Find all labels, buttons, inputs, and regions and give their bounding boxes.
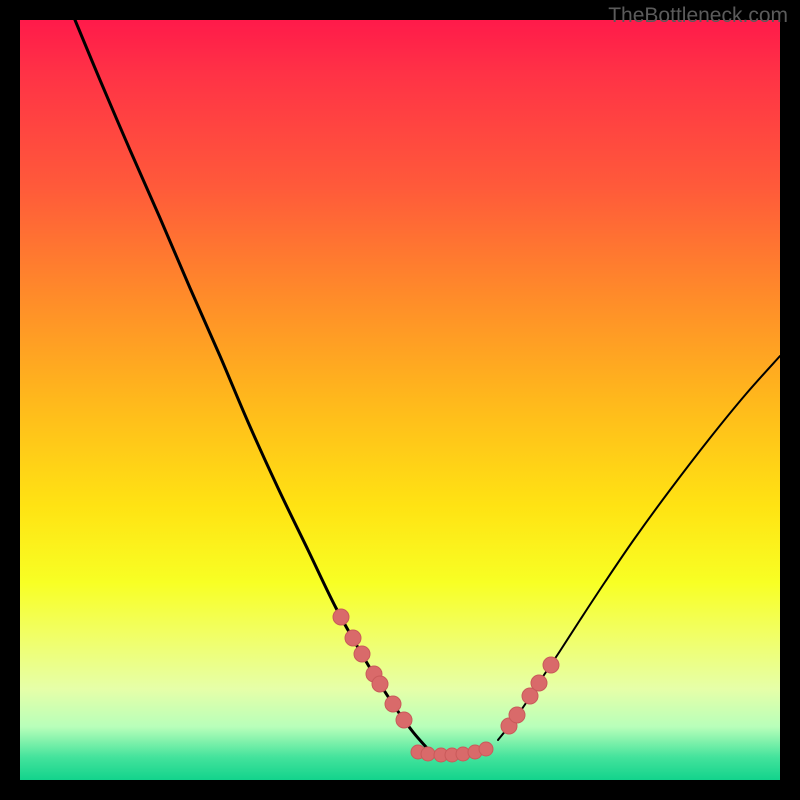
data-point-icon xyxy=(385,696,401,712)
data-point-icon xyxy=(372,676,388,692)
watermark-label: TheBottleneck.com xyxy=(608,4,788,28)
data-point-icon xyxy=(531,675,547,691)
plot-area xyxy=(20,20,780,780)
data-point-icon xyxy=(345,630,361,646)
curve-left-curve xyxy=(75,20,427,748)
data-point-icon xyxy=(479,742,493,756)
data-point-icon xyxy=(543,657,559,673)
chart-svg xyxy=(20,20,780,780)
data-point-icon xyxy=(509,707,525,723)
data-point-icon xyxy=(421,747,435,761)
chart-container: TheBottleneck.com xyxy=(0,0,800,800)
data-point-icon xyxy=(333,609,349,625)
data-point-icon xyxy=(396,712,412,728)
data-point-icon xyxy=(354,646,370,662)
